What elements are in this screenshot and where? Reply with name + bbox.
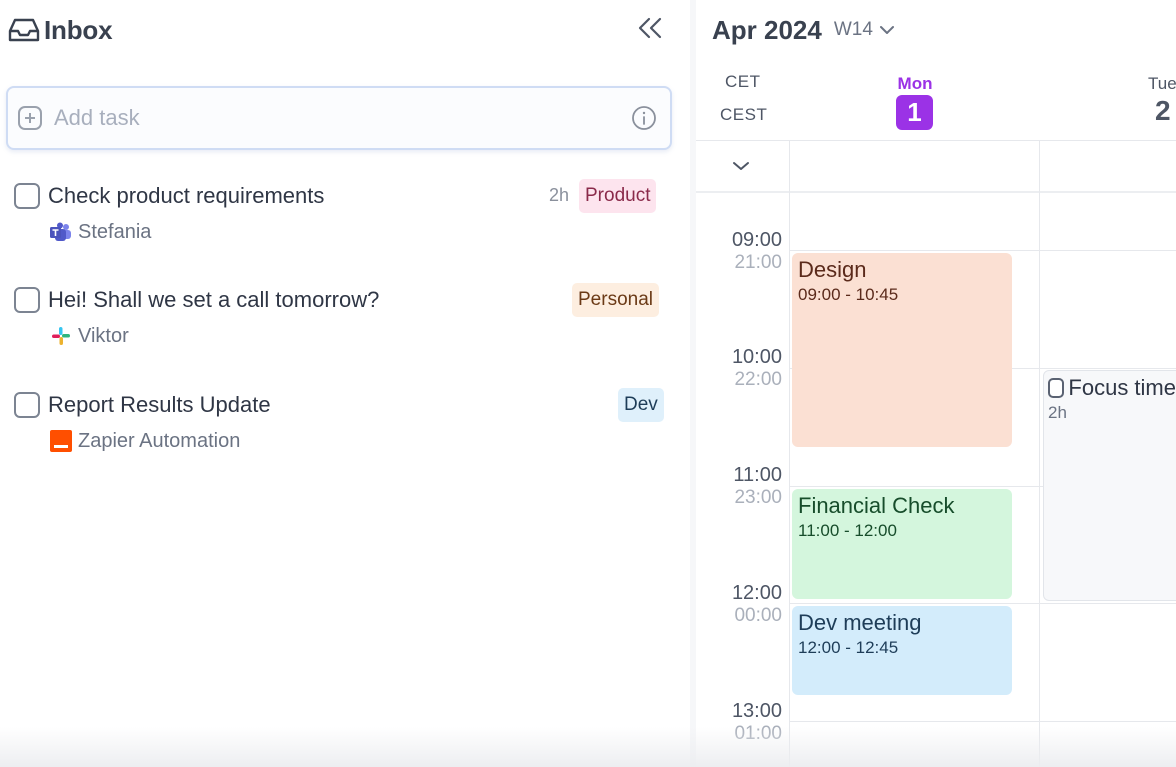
task-source: Stefania: [50, 219, 151, 245]
inbox-header: Inbox: [8, 12, 113, 48]
task-source: Viktor: [50, 323, 129, 349]
calendar-panel: Apr 2024 W14 CET CEST Mon 1 Tue 2 09:00 …: [696, 0, 1176, 767]
event-title: Focus time: [1068, 375, 1176, 400]
task-checkbox[interactable]: [14, 392, 40, 418]
event-checkbox[interactable]: [1048, 378, 1065, 398]
task-checkbox[interactable]: [14, 287, 40, 313]
week-selector[interactable]: W14: [834, 19, 895, 41]
calendar-event-financial-check[interactable]: Financial Check 11:00 - 12:00: [792, 489, 1012, 599]
hour-label: 13:00: [731, 700, 782, 722]
hour-label-secondary: 22:00: [734, 369, 782, 390]
grid-line: [789, 721, 1176, 722]
add-task-field[interactable]: [6, 86, 672, 150]
hour-label: 12:00: [731, 582, 782, 604]
timezone-primary[interactable]: CET: [725, 72, 761, 92]
grid-line: [789, 603, 1176, 604]
chevron-down-icon: [879, 22, 895, 38]
task-item[interactable]: Hei! Shall we set a call tomorrow? Vikto…: [14, 283, 666, 365]
task-source: Zapier Automation: [50, 428, 240, 454]
day-number-mon[interactable]: 1: [896, 95, 933, 130]
task-checkbox[interactable]: [14, 183, 40, 209]
event-title: Dev meeting: [798, 610, 922, 635]
month-title: Apr 2024: [712, 14, 822, 45]
day-number-tue[interactable]: 2: [1155, 95, 1171, 127]
day-label-tue[interactable]: Tue: [1148, 74, 1176, 94]
grid-line: [789, 250, 1176, 251]
task-source-label: Stefania: [78, 220, 152, 243]
hour-label: 09:00: [731, 229, 782, 251]
hour-label: 10:00: [731, 346, 782, 368]
collapse-panel-button[interactable]: [634, 14, 666, 46]
zapier-icon: [50, 430, 72, 452]
event-header: Focus time: [1048, 375, 1176, 401]
event-title: Financial Check: [798, 493, 955, 518]
event-time: 09:00 - 10:45: [798, 285, 899, 304]
event-time: 12:00 - 12:45: [798, 638, 899, 657]
chevron-down-icon: [732, 158, 750, 176]
task-source-label: Zapier Automation: [78, 429, 241, 452]
event-title: Design: [798, 257, 867, 282]
info-icon[interactable]: [630, 104, 658, 132]
hour-label-secondary: 21:00: [734, 252, 782, 273]
task-tag[interactable]: Dev: [618, 388, 664, 422]
add-plus-icon: [16, 104, 44, 132]
task-title: Report Results Update: [48, 392, 271, 417]
task-duration: 2h: [549, 185, 570, 205]
week-label: W14: [833, 19, 873, 40]
grid-line: [789, 140, 790, 767]
task-item[interactable]: Check product requirements Stefania 2h P…: [14, 179, 666, 261]
day-label-mon[interactable]: Mon: [894, 74, 936, 94]
task-tag[interactable]: Product: [579, 179, 657, 213]
timezone-secondary[interactable]: CEST: [720, 105, 767, 125]
task-tag[interactable]: Personal: [572, 283, 659, 317]
double-chevron-left-icon: [637, 17, 663, 44]
add-task-input[interactable]: [54, 105, 614, 131]
task-item[interactable]: Report Results Update Zapier Automation …: [14, 388, 666, 470]
calendar-event-design[interactable]: Design 09:00 - 10:45: [792, 253, 1012, 447]
inbox-panel: Inbox Check product requirements: [0, 0, 690, 767]
event-time: 11:00 - 12:00: [798, 521, 897, 540]
grid-line: [1039, 140, 1040, 767]
inbox-tray-icon: [8, 15, 44, 45]
grid-line: [696, 140, 1176, 141]
hour-label-secondary: 01:00: [734, 723, 782, 744]
hour-label: 11:00: [733, 464, 782, 486]
all-day-divider: [696, 191, 1176, 193]
calendar-event-focus-time[interactable]: Focus time 2h: [1043, 370, 1176, 601]
all-day-toggle[interactable]: [730, 156, 752, 178]
hour-label-secondary: 00:00: [734, 605, 782, 626]
task-title: Check product requirements: [48, 183, 325, 208]
event-duration: 2h: [1048, 403, 1067, 422]
teams-icon: [50, 221, 72, 243]
calendar-event-dev-meeting[interactable]: Dev meeting 12:00 - 12:45: [792, 606, 1012, 695]
task-source-label: Viktor: [78, 324, 129, 347]
inbox-title: Inbox: [44, 14, 113, 45]
slack-icon: [50, 325, 72, 347]
hour-label-secondary: 23:00: [734, 487, 782, 508]
calendar-header: Apr 2024 W14: [712, 12, 895, 48]
task-title: Hei! Shall we set a call tomorrow?: [48, 287, 380, 312]
